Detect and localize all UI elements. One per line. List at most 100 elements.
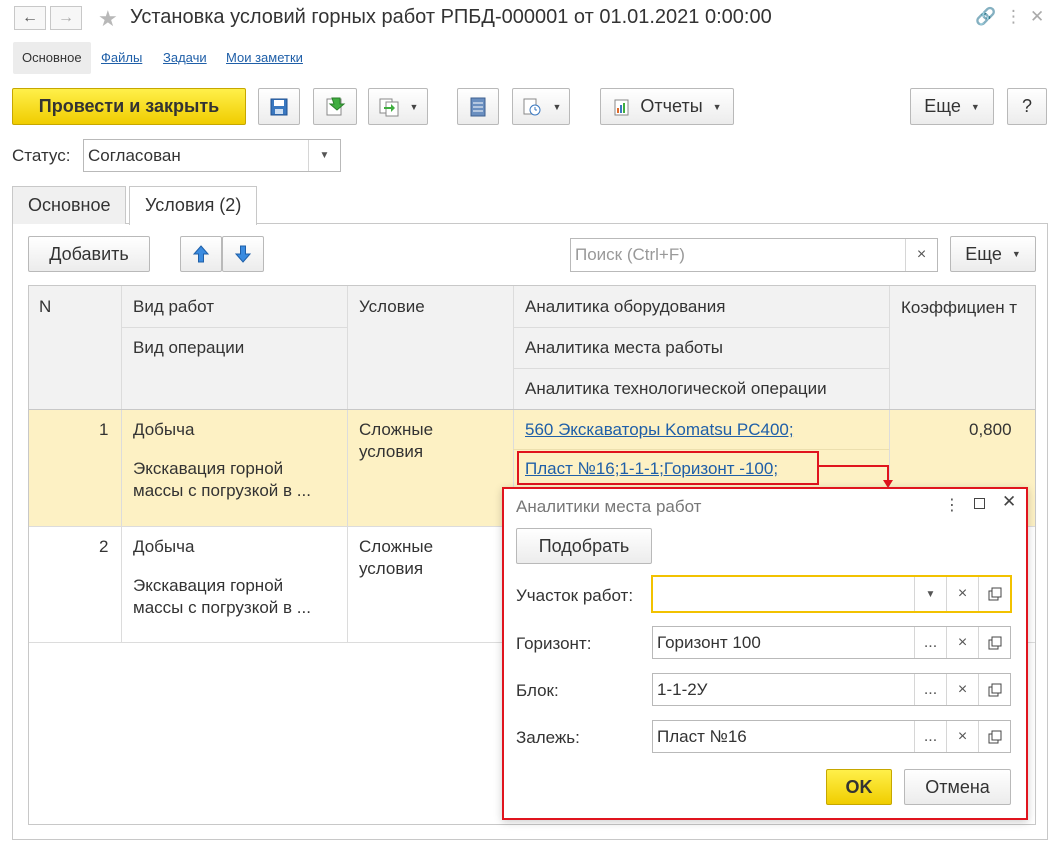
clear-icon[interactable]: × [946, 627, 978, 658]
tab-conditions[interactable]: Условия (2) [129, 186, 258, 225]
ellipsis-icon[interactable]: ... [914, 721, 946, 752]
tab-main[interactable]: Основное [13, 42, 91, 74]
clear-search-icon[interactable]: × [905, 239, 937, 271]
open-icon[interactable] [978, 627, 1010, 658]
status-select[interactable]: Согласован ▼ [83, 139, 341, 172]
close-icon[interactable]: ✕ [1002, 492, 1016, 512]
create-based-on-icon [379, 98, 399, 116]
window-title: Установка условий горных работ РПБД-0000… [130, 6, 772, 28]
tab-content-main[interactable]: Основное [12, 186, 127, 224]
chevron-down-icon: ▼ [552, 101, 562, 112]
row1-coef: 0,800 [969, 420, 1012, 439]
structure-button[interactable] [457, 88, 499, 125]
more-button[interactable]: Еще ▼ [910, 88, 994, 125]
site-field[interactable]: ▼ × [651, 575, 1012, 613]
more-label: Еще [924, 96, 961, 116]
search-input[interactable]: Поиск (Ctrl+F) [571, 245, 905, 265]
row2-operation-line2: массы с погрузкой в ... [133, 598, 311, 617]
dialog-title: Аналитики места работ [516, 497, 702, 516]
close-icon[interactable]: ✕ [1030, 7, 1044, 27]
header-workplace-analytics[interactable]: Аналитика места работы [525, 338, 723, 358]
arrow-down-icon [235, 245, 251, 263]
cancel-button[interactable]: Отмена [904, 769, 1011, 805]
reports-icon [614, 99, 629, 115]
header-tech-op-analytics[interactable]: Аналитика технологической операции [525, 379, 827, 399]
reports-label: Отчеты [640, 96, 703, 116]
row2-work-type: Добыча [133, 537, 195, 556]
search-field[interactable]: Поиск (Ctrl+F) × [570, 238, 938, 272]
open-icon[interactable] [978, 721, 1010, 752]
deposit-field[interactable]: Пласт №16 ... × [652, 720, 1011, 753]
move-up-button[interactable] [180, 236, 222, 272]
tab-tasks[interactable]: Задачи [154, 42, 216, 74]
site-label: Участок работ: [516, 586, 634, 605]
history-button[interactable]: ▼ [512, 88, 570, 125]
tab-files[interactable]: Файлы [92, 42, 151, 74]
post-and-close-button[interactable]: Провести и закрыть [12, 88, 246, 125]
header-operation-type[interactable]: Вид операции [133, 338, 244, 358]
horizon-value[interactable]: Горизонт 100 [653, 633, 914, 653]
row2-n: 2 [99, 537, 109, 556]
create-based-on-button[interactable]: ▼ [368, 88, 428, 125]
more-vertical-icon[interactable]: ⋮ [944, 495, 960, 515]
chevron-down-icon[interactable]: ▼ [914, 577, 946, 611]
status-value: Согласован [88, 145, 181, 165]
block-label: Блок: [516, 681, 559, 700]
chevron-down-icon[interactable]: ▼ [308, 140, 340, 171]
open-icon[interactable] [978, 674, 1010, 705]
ok-button[interactable]: OK [826, 769, 892, 805]
document-clock-icon [523, 98, 541, 115]
table-more-label: Еще [965, 243, 1002, 264]
row1-condition-line2: условия [359, 442, 424, 461]
ellipsis-icon[interactable]: ... [914, 627, 946, 658]
ellipsis-icon[interactable]: ... [914, 674, 946, 705]
select-button[interactable]: Подобрать [516, 528, 652, 564]
open-icon[interactable] [978, 577, 1010, 611]
link-icon[interactable]: 🔗 [975, 7, 996, 27]
horizon-label: Горизонт: [516, 634, 592, 653]
callout-arrow [818, 465, 893, 488]
row1-operation-line1: Экскавация горной [133, 459, 284, 478]
header-n[interactable]: N [39, 297, 51, 317]
arrow-right-icon: → [58, 9, 74, 26]
chevron-down-icon: ▼ [1011, 249, 1021, 259]
chevron-down-icon: ▼ [712, 101, 722, 112]
move-down-button[interactable] [222, 236, 264, 272]
chevron-down-icon: ▼ [970, 101, 980, 112]
post-document-icon [326, 97, 346, 115]
forward-button[interactable]: → [50, 6, 82, 30]
save-button[interactable] [258, 88, 300, 125]
header-condition[interactable]: Условие [359, 297, 425, 317]
maximize-icon[interactable] [974, 498, 985, 509]
row1-work-type: Добыча [133, 420, 195, 439]
workplace-analytics-dialog: Аналитики места работ ⋮ ✕ Подобрать Учас… [502, 487, 1028, 820]
row2-condition-line1: Сложные [359, 537, 434, 556]
row1-operation-line2: массы с погрузкой в ... [133, 481, 311, 500]
row2-condition-line2: условия [359, 559, 424, 578]
star-icon[interactable]: ★ [98, 6, 118, 32]
callout-highlight [517, 451, 819, 485]
reports-button[interactable]: Отчеты ▼ [600, 88, 734, 125]
horizon-field[interactable]: Горизонт 100 ... × [652, 626, 1011, 659]
table-more-button[interactable]: Еще ▼ [950, 236, 1036, 272]
more-vertical-icon[interactable]: ⋮ [1005, 7, 1022, 27]
header-coef[interactable]: Коэффициен т [901, 297, 1026, 319]
header-equipment-analytics[interactable]: Аналитика оборудования [525, 297, 725, 317]
clear-icon[interactable]: × [946, 674, 978, 705]
header-work-type[interactable]: Вид работ [133, 297, 214, 317]
row2-operation-line1: Экскавация горной [133, 576, 284, 595]
block-value[interactable]: 1-1-2У [653, 680, 914, 700]
deposit-label: Залежь: [516, 728, 580, 747]
deposit-value[interactable]: Пласт №16 [653, 727, 914, 747]
clear-icon[interactable]: × [946, 577, 978, 611]
post-button[interactable] [313, 88, 357, 125]
row1-n: 1 [99, 420, 109, 439]
clear-icon[interactable]: × [946, 721, 978, 752]
row1-equipment-link[interactable]: 560 Экскаваторы Komatsu PC400; [525, 420, 794, 440]
back-button[interactable]: ← [14, 6, 46, 30]
help-button[interactable]: ? [1007, 88, 1047, 125]
status-label: Статус: [12, 146, 71, 165]
add-button[interactable]: Добавить [28, 236, 150, 272]
tab-notes[interactable]: Мои заметки [217, 42, 312, 74]
block-field[interactable]: 1-1-2У ... × [652, 673, 1011, 706]
